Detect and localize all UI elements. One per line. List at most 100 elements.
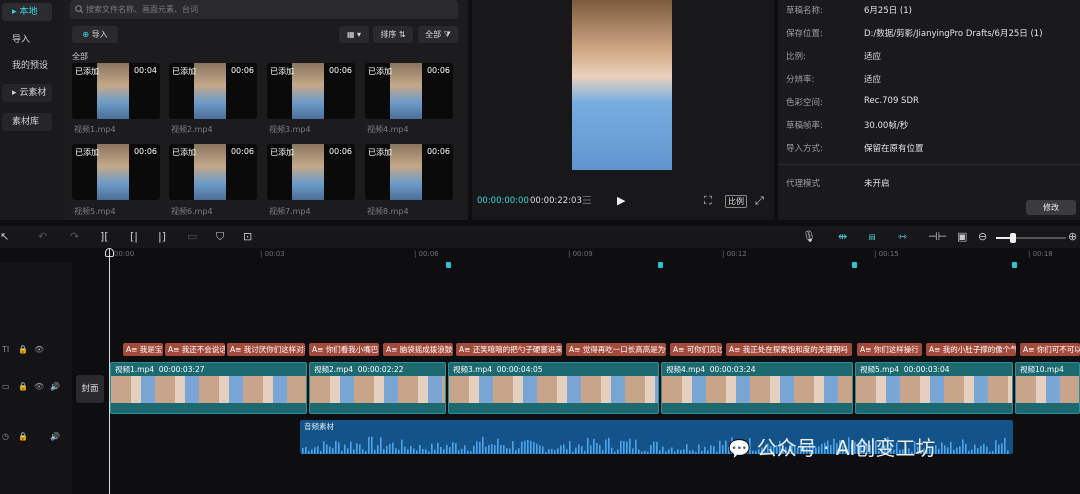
image-edit-icon[interactable]: ⊡ <box>243 230 252 243</box>
video-clip[interactable]: 视频5.mp4 00:00:03:04 <box>855 362 1013 414</box>
lock-icon[interactable]: 🔒 <box>18 382 28 391</box>
zoom-slider[interactable] <box>996 233 1066 243</box>
expand-icon[interactable]: ⤢ <box>755 194 764 208</box>
undo-icon[interactable]: ↶ <box>38 230 47 243</box>
subtitle-clip[interactable]: A≡ 你们看我小嘴巴 <box>309 343 379 356</box>
sidebar-item-cloud[interactable]: ▸ 云素材 <box>2 84 52 102</box>
media-item[interactable]: 已添加 00:06 <box>365 63 453 119</box>
audio-track-icon: ◷ <box>2 432 9 441</box>
subtitle-clip[interactable]: A≡ 可你们见过 <box>670 343 722 356</box>
shield-icon[interactable]: ⛉ <box>216 230 224 244</box>
subtitle-clip[interactable]: A≡ 脑袋摇成拨浪鼓 <box>383 343 453 356</box>
trim-left-icon[interactable]: [| <box>130 230 138 243</box>
proxy-value: 未开启 <box>864 179 890 189</box>
search-input[interactable]: 搜索文件名称、画面元素、台词 <box>70 0 458 19</box>
media-item[interactable]: 已添加 00:06 <box>72 144 160 200</box>
link-icon[interactable]: ⇹ <box>838 230 847 243</box>
lock-icon[interactable]: 🔒 <box>18 432 28 441</box>
divider <box>778 164 1080 165</box>
redo-icon[interactable]: ↷ <box>70 230 79 243</box>
section-label: 全部 <box>72 52 88 61</box>
wechat-icon: 💬 <box>728 439 751 460</box>
playhead[interactable] <box>109 248 110 494</box>
subtitle-clip[interactable]: A≡ 你们可不可以 <box>1020 343 1080 356</box>
play-icon[interactable]: ▶ <box>617 194 625 207</box>
sidebar-item-import[interactable]: 导入 <box>2 31 52 49</box>
split-icon[interactable]: ][ <box>100 230 109 243</box>
modify-button[interactable]: 修改 <box>1026 200 1076 215</box>
video-clip[interactable]: 视频4.mp4 00:00:03:24 <box>661 362 853 414</box>
sidebar-item-presets[interactable]: 我的预设 <box>2 57 52 75</box>
timeline-list-icon[interactable]: ☰ <box>582 194 592 207</box>
subtitle-clip[interactable]: A≡ 我讨厌你们这样对我 <box>227 343 305 356</box>
clip-thumbnails <box>310 376 445 403</box>
video-clip[interactable]: 视频2.mp4 00:00:02:22 <box>309 362 446 414</box>
zoom-slider-handle[interactable] <box>1010 233 1016 243</box>
caption-icon[interactable]: ▣ <box>957 230 967 243</box>
time-ruler[interactable]: 00:00 | 00:03 | 00:06 | 00:09 | 00:12 | … <box>72 248 1080 262</box>
delete-icon[interactable]: ▭ <box>187 230 197 243</box>
thumbnail <box>194 144 226 200</box>
zoom-in-icon[interactable]: ⊕ <box>1068 230 1077 243</box>
beat-marker[interactable] <box>852 262 857 268</box>
media-item[interactable]: 已添加 00:06 <box>169 144 257 200</box>
clip-thumbnails <box>856 376 1012 403</box>
preview-canvas[interactable] <box>572 0 672 170</box>
subtitle-clip[interactable]: A≡ 我的小肚子撑的像个气球 <box>926 343 1016 356</box>
microphone-icon[interactable]: 🎙 <box>802 230 816 243</box>
preview-axis-icon[interactable]: ⇿ <box>898 230 907 243</box>
media-item[interactable]: 已添加 00:04 <box>72 63 160 119</box>
speaker-icon[interactable]: 🔊 <box>50 432 60 441</box>
eye-icon[interactable]: 👁 <box>34 382 44 391</box>
ratio-button[interactable]: 比例 <box>725 195 747 208</box>
prop-value: 30.00帧/秒 <box>864 121 909 131</box>
fullscreen-crop-icon[interactable]: ⛶ <box>704 194 712 208</box>
align-icon[interactable]: ⊣⊢ <box>928 230 947 243</box>
proxy-label: 代理模式 <box>786 179 821 189</box>
sidebar-item-local[interactable]: ▸ 本地 <box>2 3 52 21</box>
magnet-icon[interactable]: ⩎ <box>869 230 875 244</box>
subtitle-clip[interactable]: A≡ 我还不会说话 <box>165 343 225 356</box>
clip-thumbnails <box>111 376 306 403</box>
prop-value: 适应 <box>864 75 882 85</box>
view-toggle-button[interactable]: ▦ ▾ <box>339 26 369 43</box>
media-item[interactable]: 已添加 00:06 <box>267 144 355 200</box>
prop-value: Rec.709 SDR <box>864 96 919 106</box>
zoom-out-icon[interactable]: ⊖ <box>978 230 987 243</box>
sort-button[interactable]: 排序 ⇅ <box>373 26 413 43</box>
ruler-tick: 00:00 <box>114 250 135 258</box>
ruler-tick: | 00:06 <box>414 250 439 258</box>
media-name: 视频2.mp4 <box>171 125 213 134</box>
video-clip[interactable]: 视频3.mp4 00:00:04:05 <box>448 362 659 414</box>
playhead-handle[interactable] <box>105 248 114 257</box>
filter-button[interactable]: 全部 ⧩ <box>418 26 458 43</box>
thumbnail <box>97 144 129 200</box>
subtitle-clip[interactable]: A≡ 还笑嘻嘻的把勺子硬塞进来 <box>456 343 562 356</box>
prop-label: 导入方式: <box>786 144 823 154</box>
subtitle-clip[interactable]: A≡ 我正处在探索饱和度的关键期吗 <box>726 343 852 356</box>
media-name: 视频8.mp4 <box>367 207 409 216</box>
media-panel: 搜索文件名称、画面元素、台词 ⊕ 导入 ▦ ▾ 排序 ⇅ 全部 ⧩ 全部 已添加… <box>64 0 468 220</box>
video-clip[interactable]: 视频1.mp4 00:00:03:27 <box>110 362 307 414</box>
media-item[interactable]: 已添加 00:06 <box>267 63 355 119</box>
trim-right-icon[interactable]: |] <box>158 230 166 243</box>
beat-marker[interactable] <box>446 262 451 268</box>
import-button[interactable]: ⊕ 导入 <box>72 26 118 43</box>
clip-thumbnails <box>662 376 852 403</box>
beat-marker[interactable] <box>1012 262 1017 268</box>
cover-button[interactable]: 封面 <box>76 375 104 403</box>
subtitle-clip[interactable]: A≡ 我是宝 <box>123 343 163 356</box>
select-cursor-icon[interactable]: ↖ <box>0 230 9 243</box>
subtitle-clip[interactable]: A≡ 觉得再吃一口长高高是为你 <box>566 343 666 356</box>
lock-icon[interactable]: 🔒 <box>18 345 28 354</box>
speaker-icon[interactable]: 🔊 <box>50 382 60 391</box>
video-clip[interactable]: 视频10.mp4 <box>1015 362 1080 414</box>
prop-label: 分辨率: <box>786 75 815 85</box>
media-item[interactable]: 已添加 00:06 <box>365 144 453 200</box>
video-track-icon: ▭ <box>2 382 10 391</box>
beat-marker[interactable] <box>658 262 663 268</box>
subtitle-clip[interactable]: A≡ 你们这样操行 <box>857 343 922 356</box>
eye-icon[interactable]: 👁 <box>34 345 44 354</box>
sidebar-item-library[interactable]: 素材库 <box>2 113 52 131</box>
media-item[interactable]: 已添加 00:06 <box>169 63 257 119</box>
